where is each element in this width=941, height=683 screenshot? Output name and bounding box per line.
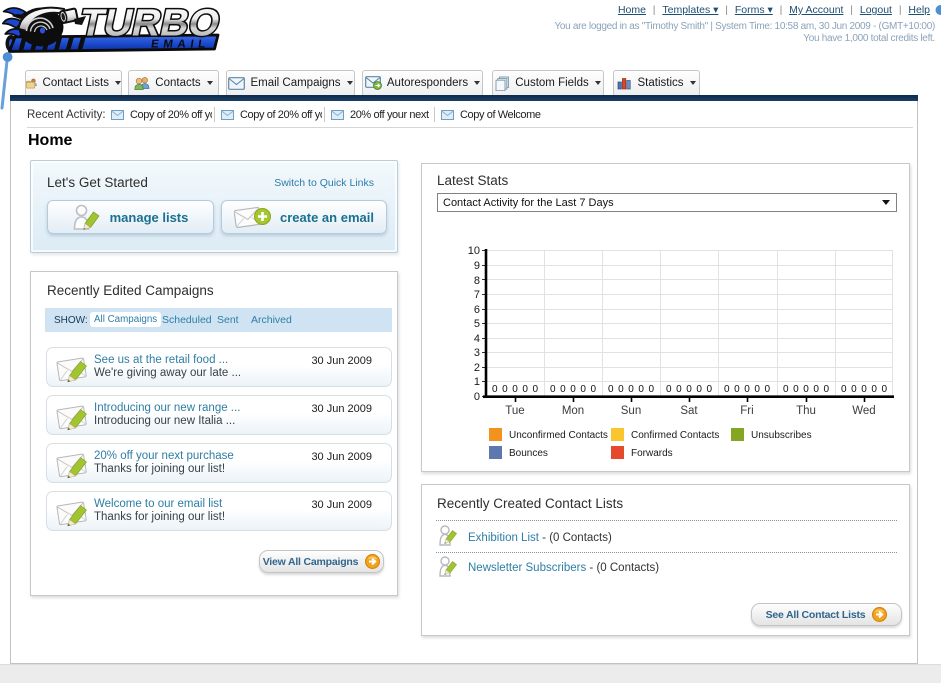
- svg-text:7: 7: [474, 289, 480, 301]
- svg-text:0 0 0 0 0: 0 0 0 0 0: [492, 384, 538, 395]
- svg-text:Tue: Tue: [505, 405, 524, 417]
- svg-text:0 0 0 0 0: 0 0 0 0 0: [666, 384, 712, 395]
- svg-text:Mon: Mon: [562, 405, 584, 417]
- svg-text:Fri: Fri: [740, 405, 753, 417]
- svg-text:TURBO: TURBO: [76, 2, 224, 44]
- svg-text:Unsubscribes: Unsubscribes: [751, 430, 812, 441]
- svg-text:0 0 0 0 0: 0 0 0 0 0: [550, 384, 596, 395]
- svg-text:Sat: Sat: [680, 405, 698, 417]
- svg-text:4: 4: [474, 333, 480, 345]
- svg-text:0 0 0 0 0: 0 0 0 0 0: [724, 384, 770, 395]
- svg-text:Wed: Wed: [852, 405, 875, 417]
- svg-text:10: 10: [468, 245, 480, 257]
- svg-text:Bounces: Bounces: [509, 448, 548, 459]
- svg-text:6: 6: [474, 304, 480, 316]
- svg-text:Confirmed Contacts: Confirmed Contacts: [631, 430, 719, 441]
- svg-text:5: 5: [474, 318, 480, 330]
- svg-text:8: 8: [474, 275, 480, 287]
- svg-text:2: 2: [474, 362, 480, 374]
- svg-text:9: 9: [474, 260, 480, 272]
- svg-text:Forwards: Forwards: [631, 448, 673, 459]
- svg-text:0 0 0 0 0: 0 0 0 0 0: [783, 384, 829, 395]
- svg-text:Sun: Sun: [621, 405, 641, 417]
- svg-text:3: 3: [474, 347, 480, 359]
- svg-text:1: 1: [474, 376, 480, 388]
- svg-text:0 0 0 0 0: 0 0 0 0 0: [841, 384, 887, 395]
- svg-text:Thu: Thu: [796, 405, 816, 417]
- svg-text:Unconfirmed Contacts: Unconfirmed Contacts: [509, 430, 608, 441]
- svg-text:0 0 0 0 0: 0 0 0 0 0: [608, 384, 654, 395]
- svg-text:0: 0: [474, 391, 480, 403]
